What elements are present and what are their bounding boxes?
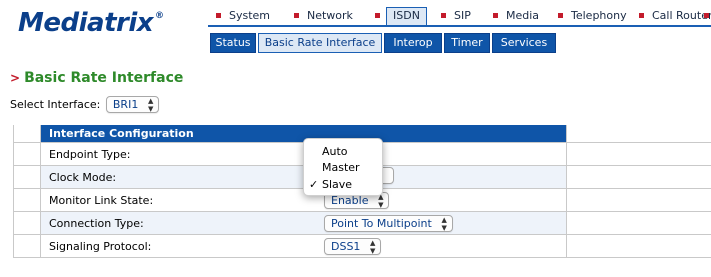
- updown-arrows-icon: ▲ ▼: [147, 97, 154, 113]
- table-row: Signaling Protocol: DSS1 ▲ ▼: [13, 234, 711, 258]
- nav-item-system[interactable]: System: [216, 9, 270, 22]
- signaling-protocol-select[interactable]: DSS1 ▲ ▼: [324, 237, 382, 255]
- nav-item-call-router[interactable]: Call Router: [639, 9, 711, 22]
- tab-basic-rate-interface[interactable]: Basic Rate Interface: [258, 33, 382, 53]
- bullet-icon: [639, 12, 644, 18]
- menu-option-slave[interactable]: Slave: [322, 178, 352, 191]
- table-row: Connection Type: Point To Multipoint ▲ ▼: [13, 211, 711, 235]
- select-interface-row: Select Interface: BRI1 ▲ ▼: [10, 96, 160, 113]
- tab-status[interactable]: Status: [210, 33, 256, 53]
- clock-mode-label: Clock Mode:: [40, 165, 316, 189]
- registered-mark: ®: [155, 11, 164, 21]
- nav-item-network[interactable]: Network: [294, 9, 353, 22]
- clock-mode-dropdown-menu: Auto Master ✓ Slave: [303, 138, 383, 196]
- bullet-icon: [375, 12, 380, 18]
- bullet-icon: [441, 12, 446, 18]
- bullet-icon: [294, 12, 299, 18]
- connection-type-select[interactable]: Point To Multipoint ▲ ▼: [324, 214, 453, 232]
- menu-option-auto[interactable]: Auto: [322, 145, 348, 158]
- brand-name: Mediatrix: [18, 8, 154, 38]
- menu-option-master[interactable]: Master: [322, 161, 360, 174]
- checkmark-icon: ✓: [309, 178, 319, 191]
- bullet-icon: [704, 12, 709, 18]
- nav-item-telephony[interactable]: Telephony: [558, 9, 627, 22]
- chevron-right-icon: >: [10, 71, 21, 85]
- bullet-icon: [493, 12, 498, 18]
- endpoint-type-label: Endpoint Type:: [40, 142, 316, 166]
- bullet-icon: [558, 12, 563, 18]
- updown-arrows-icon: ▲ ▼: [441, 215, 447, 232]
- monitor-link-state-label: Monitor Link State:: [40, 188, 316, 212]
- nav-item-more[interactable]: [704, 9, 711, 22]
- updown-arrows-icon: ▲ ▼: [370, 238, 376, 255]
- signaling-protocol-label: Signaling Protocol:: [40, 234, 316, 258]
- tab-timer[interactable]: Timer: [444, 33, 490, 53]
- mediatrix-logo: Mediatrix ®: [18, 8, 164, 38]
- bullet-icon: [216, 12, 221, 18]
- connection-type-label: Connection Type:: [40, 211, 316, 235]
- interface-select[interactable]: BRI1 ▲ ▼: [105, 96, 160, 113]
- top-navigation: System Network ISDN SIP Media Telephony …: [208, 7, 711, 27]
- nav-item-media[interactable]: Media: [493, 9, 539, 22]
- tab-interop[interactable]: Interop: [384, 33, 442, 53]
- page-title: > Basic Rate Interface: [10, 70, 184, 86]
- tab-services[interactable]: Services: [492, 33, 556, 53]
- nav-item-sip[interactable]: SIP: [441, 9, 471, 22]
- select-interface-label: Select Interface:: [10, 98, 101, 111]
- nav-tab-isdn-active[interactable]: ISDN: [386, 7, 427, 25]
